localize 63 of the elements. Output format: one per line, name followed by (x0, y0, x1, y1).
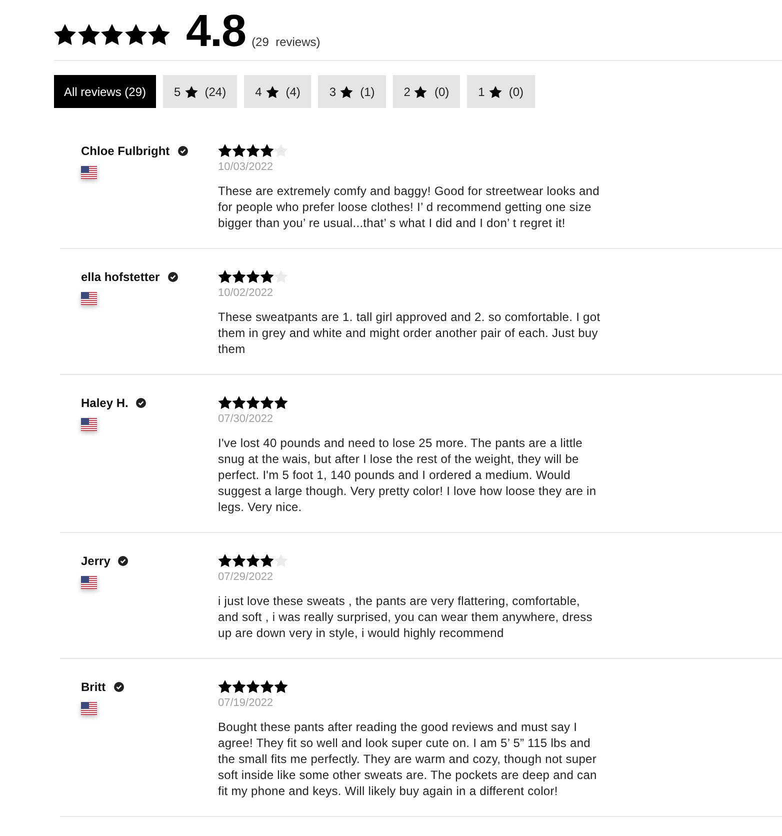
filter-tab[interactable]: 4 (4) (244, 75, 312, 108)
star-icon (260, 270, 274, 282)
review-date: 10/03/2022 (218, 160, 274, 175)
star-icon (260, 554, 274, 566)
review-text: These are extremely comfy and baggy! Good for streetwear looks and for people who prefer loose clothes! I’ d recommend getting one size bigger than you’ re usual...that’ s what I did and I don’ t regret it! (218, 183, 600, 231)
star-icon (232, 270, 246, 282)
star-icon (274, 396, 288, 408)
star-icon (101, 24, 123, 44)
star-icon (124, 24, 146, 44)
star-icon (274, 270, 288, 282)
star-icon (78, 24, 100, 44)
review-text: i just love these sweats , the pants are very flattering, comfortable, and soft , i was really surprised, you can wear them anywhere, dress up are down very in style, i would highly recommend (218, 593, 594, 641)
reviewer-name: Haley H. (81, 395, 128, 411)
star-icon (232, 680, 246, 692)
flag-icon (81, 702, 97, 715)
star-icon (260, 144, 274, 156)
filter-tab[interactable]: All reviews (29) (54, 75, 156, 108)
reviewer-name: Britt (81, 679, 106, 695)
review-date: 07/29/2022 (218, 570, 274, 585)
reviewer-name: Chloe Fulbright (81, 143, 170, 159)
star-icon (54, 24, 76, 44)
reviewer-name: ella hofstetter (81, 269, 160, 285)
average-rating: 4.8 (186, 8, 246, 53)
star-icon (148, 24, 170, 44)
star-icon (274, 144, 288, 156)
review-date: 07/30/2022 (218, 412, 274, 427)
star-icon (260, 396, 274, 408)
review-text: These sweatpants are 1. tall girl approved and 2. so comfortable. I got them in grey and white and might order another pair of each. Just buy them (218, 309, 602, 357)
filter-tab[interactable]: 2 (0) (392, 75, 460, 108)
star-icon (232, 396, 246, 408)
star-icon (246, 554, 260, 566)
filter-tab[interactable]: 5 (24) (163, 75, 238, 108)
flag-icon (81, 418, 97, 431)
star-icon (340, 86, 354, 98)
review-count: (29 reviews) (252, 36, 320, 48)
star-icon (232, 554, 246, 566)
star-icon (246, 396, 260, 408)
star-icon (246, 680, 260, 692)
star-icon (218, 270, 232, 282)
star-icon (246, 270, 260, 282)
star-icon (218, 554, 232, 566)
star-icon (218, 396, 232, 408)
star-icon (218, 680, 232, 692)
star-icon (218, 144, 232, 156)
reviewer-name: Jerry (81, 553, 110, 569)
star-icon (274, 554, 288, 566)
review-text: Bought these pants after reading the good reviews and must say I agree! They fit so well and look super cute on. I am 5’ 5” 115 lbs and the small fits me perfectly. They are warm and cozy, though not super soft inside like some other sweats are. The pockets are deep and can fit my phone and keys. Will likely buy again in a different color! (218, 719, 598, 799)
star-icon (488, 86, 502, 98)
star-icon (246, 144, 260, 156)
review-date: 07/19/2022 (218, 696, 274, 711)
review-text: I've lost 40 pounds and need to lose 25 more. The pants are a little snug at the wais, but after I lose the rest of the weight, they will be perfect. I'm 5 foot 1, 140 pounds and I ordered a medium. Would suggest a large though. Very pretty color! I love how loose they are in legs. Very nice. (218, 435, 598, 515)
flag-icon (81, 166, 97, 179)
star-icon (260, 680, 274, 692)
filter-tab[interactable]: 3 (1) (318, 75, 386, 108)
flag-icon (81, 292, 97, 305)
star-icon (266, 86, 279, 98)
star-icon (414, 86, 428, 98)
filter-tab[interactable]: 1 (0) (467, 75, 534, 108)
flag-icon (81, 576, 97, 589)
star-icon (184, 86, 198, 98)
review-date: 10/02/2022 (218, 286, 274, 301)
star-icon (232, 144, 246, 156)
star-icon (274, 680, 288, 692)
